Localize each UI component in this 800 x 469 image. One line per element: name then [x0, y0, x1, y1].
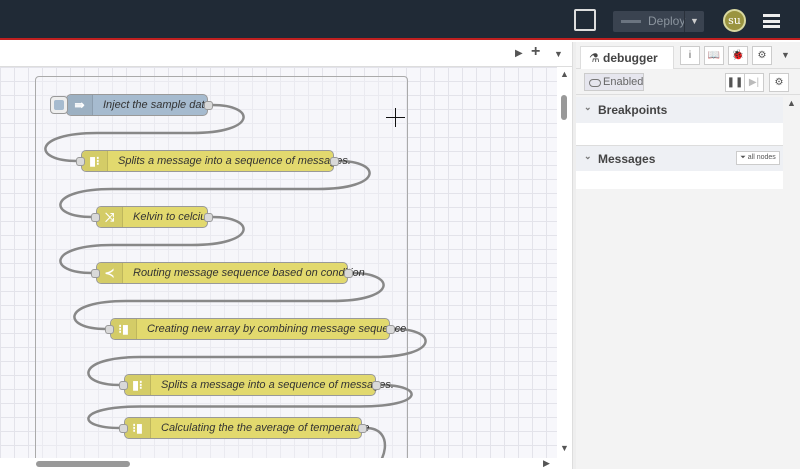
- bug-icon[interactable]: 🐞: [728, 46, 748, 65]
- input-port[interactable]: [105, 325, 114, 334]
- chevron-down-icon: ⌄: [584, 102, 592, 112]
- caret-down-icon[interactable]: ▼: [684, 11, 704, 32]
- messages-list: [576, 171, 783, 189]
- filter-button[interactable]: ⏷ all nodes: [736, 151, 780, 165]
- input-port[interactable]: [91, 269, 100, 278]
- scroll-thumb[interactable]: [561, 95, 567, 120]
- flask-icon: ⚗: [589, 51, 600, 65]
- output-port[interactable]: [344, 269, 353, 278]
- flow-node-join[interactable]: ⁝▮ Creating new array by combining messag…: [105, 318, 406, 340]
- arrow-right-icon: ⇛: [67, 95, 93, 115]
- join-icon: ⁝▮: [111, 319, 137, 339]
- split-icon: ▮⁝: [82, 151, 108, 171]
- caret-right-icon[interactable]: ▶: [515, 48, 523, 59]
- flow-node-join[interactable]: ⁝▮ Calculating the the average of tempera…: [119, 417, 370, 439]
- pause-icon[interactable]: ❚❚: [725, 73, 745, 92]
- input-port[interactable]: [119, 381, 128, 390]
- breakpoints-header[interactable]: ⌄ Breakpoints: [576, 97, 783, 123]
- plus-icon[interactable]: +: [531, 43, 540, 61]
- hamburger-icon[interactable]: [763, 14, 780, 28]
- book-icon[interactable]: 📖: [704, 46, 724, 65]
- breakpoints-list: [576, 123, 783, 145]
- output-port[interactable]: [330, 157, 339, 166]
- horizontal-scrollbar[interactable]: ▶: [0, 458, 557, 469]
- gear-icon[interactable]: ⚙: [752, 46, 772, 65]
- crosshair-cursor: [386, 108, 405, 127]
- caret-down-icon[interactable]: ▼: [554, 49, 563, 59]
- workspace-tabbar: ▶ + ▼: [0, 42, 572, 67]
- sidebar: ⚗ debugger i 📖 🐞 ⚙ ▼ Enabled ❚❚ ▶| ⚙ ⌄ Bre…: [576, 42, 800, 469]
- output-port[interactable]: [372, 381, 381, 390]
- header: Deploy ▼ su: [0, 0, 800, 40]
- deploy-icon: [621, 20, 641, 23]
- shuffle-icon: ⤨: [97, 207, 123, 227]
- caret-down-icon[interactable]: ▼: [781, 50, 790, 60]
- flow-node-switch[interactable]: ≺ Routing message sequence based on condi…: [91, 262, 365, 284]
- switch-icon: ≺: [97, 263, 123, 283]
- tab-debugger[interactable]: ⚗ debugger: [580, 46, 674, 70]
- output-port[interactable]: [358, 424, 367, 433]
- output-port[interactable]: [386, 325, 395, 334]
- messages-header[interactable]: ⌄ Messages ⏷ all nodes: [576, 145, 783, 171]
- deploy-button[interactable]: Deploy ▼: [613, 11, 704, 32]
- scroll-thumb[interactable]: [36, 461, 130, 467]
- output-port[interactable]: [204, 213, 213, 222]
- inject-trigger-button[interactable]: [50, 96, 68, 114]
- output-port[interactable]: [204, 101, 213, 110]
- flow-canvas[interactable]: ⇛ Inject the sample data ▮⁝ Splits a messag…: [0, 67, 557, 458]
- split-icon: ▮⁝: [125, 375, 151, 395]
- flow-node-change[interactable]: ⤨ Kelvin to celcius: [91, 206, 213, 228]
- vertical-scrollbar[interactable]: ▲ ▼: [557, 67, 572, 458]
- flow-node-split[interactable]: ▮⁝ Splits a message into a sequence of me…: [76, 150, 351, 172]
- input-port[interactable]: [91, 213, 100, 222]
- gear-icon[interactable]: ⚙: [769, 73, 789, 92]
- flow-node-inject[interactable]: ⇛ Inject the sample data: [50, 94, 213, 116]
- input-port[interactable]: [119, 424, 128, 433]
- step-icon[interactable]: ▶|: [744, 73, 764, 92]
- avatar[interactable]: su: [723, 9, 746, 32]
- flow-node-split[interactable]: ▮⁝ Splits a message into a sequence of me…: [119, 374, 394, 396]
- enabled-toggle[interactable]: Enabled: [584, 73, 644, 91]
- join-icon: ⁝▮: [125, 418, 151, 438]
- info-icon[interactable]: i: [680, 46, 700, 65]
- app-logo-icon: [574, 9, 596, 31]
- input-port[interactable]: [76, 157, 85, 166]
- sidebar-scrollbar[interactable]: ▲: [783, 96, 800, 469]
- chevron-down-icon: ⌄: [584, 151, 592, 161]
